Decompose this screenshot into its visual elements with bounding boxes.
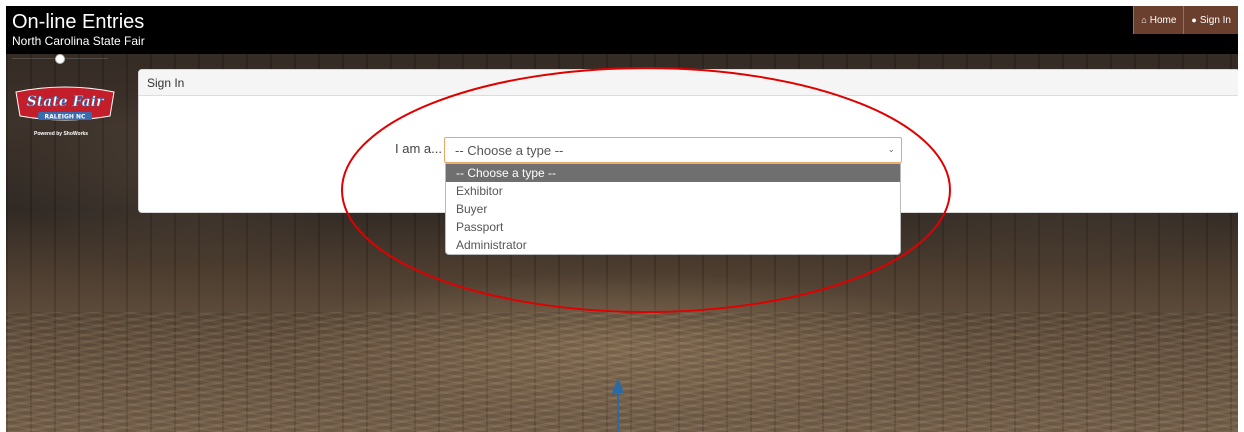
nav-buttons: ⌂ Home ● Sign In bbox=[1133, 6, 1238, 34]
option-passport[interactable]: Passport bbox=[446, 218, 900, 236]
home-button[interactable]: ⌂ Home bbox=[1133, 6, 1184, 34]
user-icon: ● bbox=[1191, 15, 1197, 25]
sidebar-collapse-toggle[interactable] bbox=[56, 55, 64, 63]
option-choose-type[interactable]: -- Choose a type -- bbox=[446, 164, 900, 182]
option-exhibitor[interactable]: Exhibitor bbox=[446, 182, 900, 200]
sign-in-label: Sign In bbox=[1199, 14, 1231, 26]
sign-in-button[interactable]: ● Sign In bbox=[1183, 6, 1238, 34]
powered-by-label: Powered by ShoWorks bbox=[34, 131, 89, 137]
top-navbar: On-line Entries North Carolina State Fai… bbox=[6, 6, 1238, 54]
state-fair-logo: State Fair RALEIGH NC bbox=[15, 86, 115, 121]
panel-title: Sign In bbox=[139, 70, 1238, 96]
home-label: Home bbox=[1149, 14, 1177, 26]
select-value: -- Choose a type -- bbox=[455, 142, 564, 158]
option-administrator[interactable]: Administrator bbox=[446, 236, 900, 254]
user-type-select[interactable]: -- Choose a type -- ⌄ bbox=[444, 137, 902, 163]
app-subtitle: North Carolina State Fair bbox=[12, 34, 145, 48]
logo-subtext: RALEIGH NC bbox=[45, 114, 86, 121]
user-type-label: I am a... bbox=[395, 141, 442, 156]
logo-text: State Fair bbox=[27, 94, 105, 110]
option-buyer[interactable]: Buyer bbox=[446, 200, 900, 218]
app-title[interactable]: On-line Entries bbox=[12, 11, 144, 33]
user-type-dropdown: -- Choose a type -- Exhibitor Buyer Pass… bbox=[445, 163, 901, 255]
app-frame: On-line Entries North Carolina State Fai… bbox=[6, 6, 1238, 432]
chevron-down-icon: ⌄ bbox=[887, 144, 895, 154]
home-icon: ⌂ bbox=[1141, 15, 1147, 25]
